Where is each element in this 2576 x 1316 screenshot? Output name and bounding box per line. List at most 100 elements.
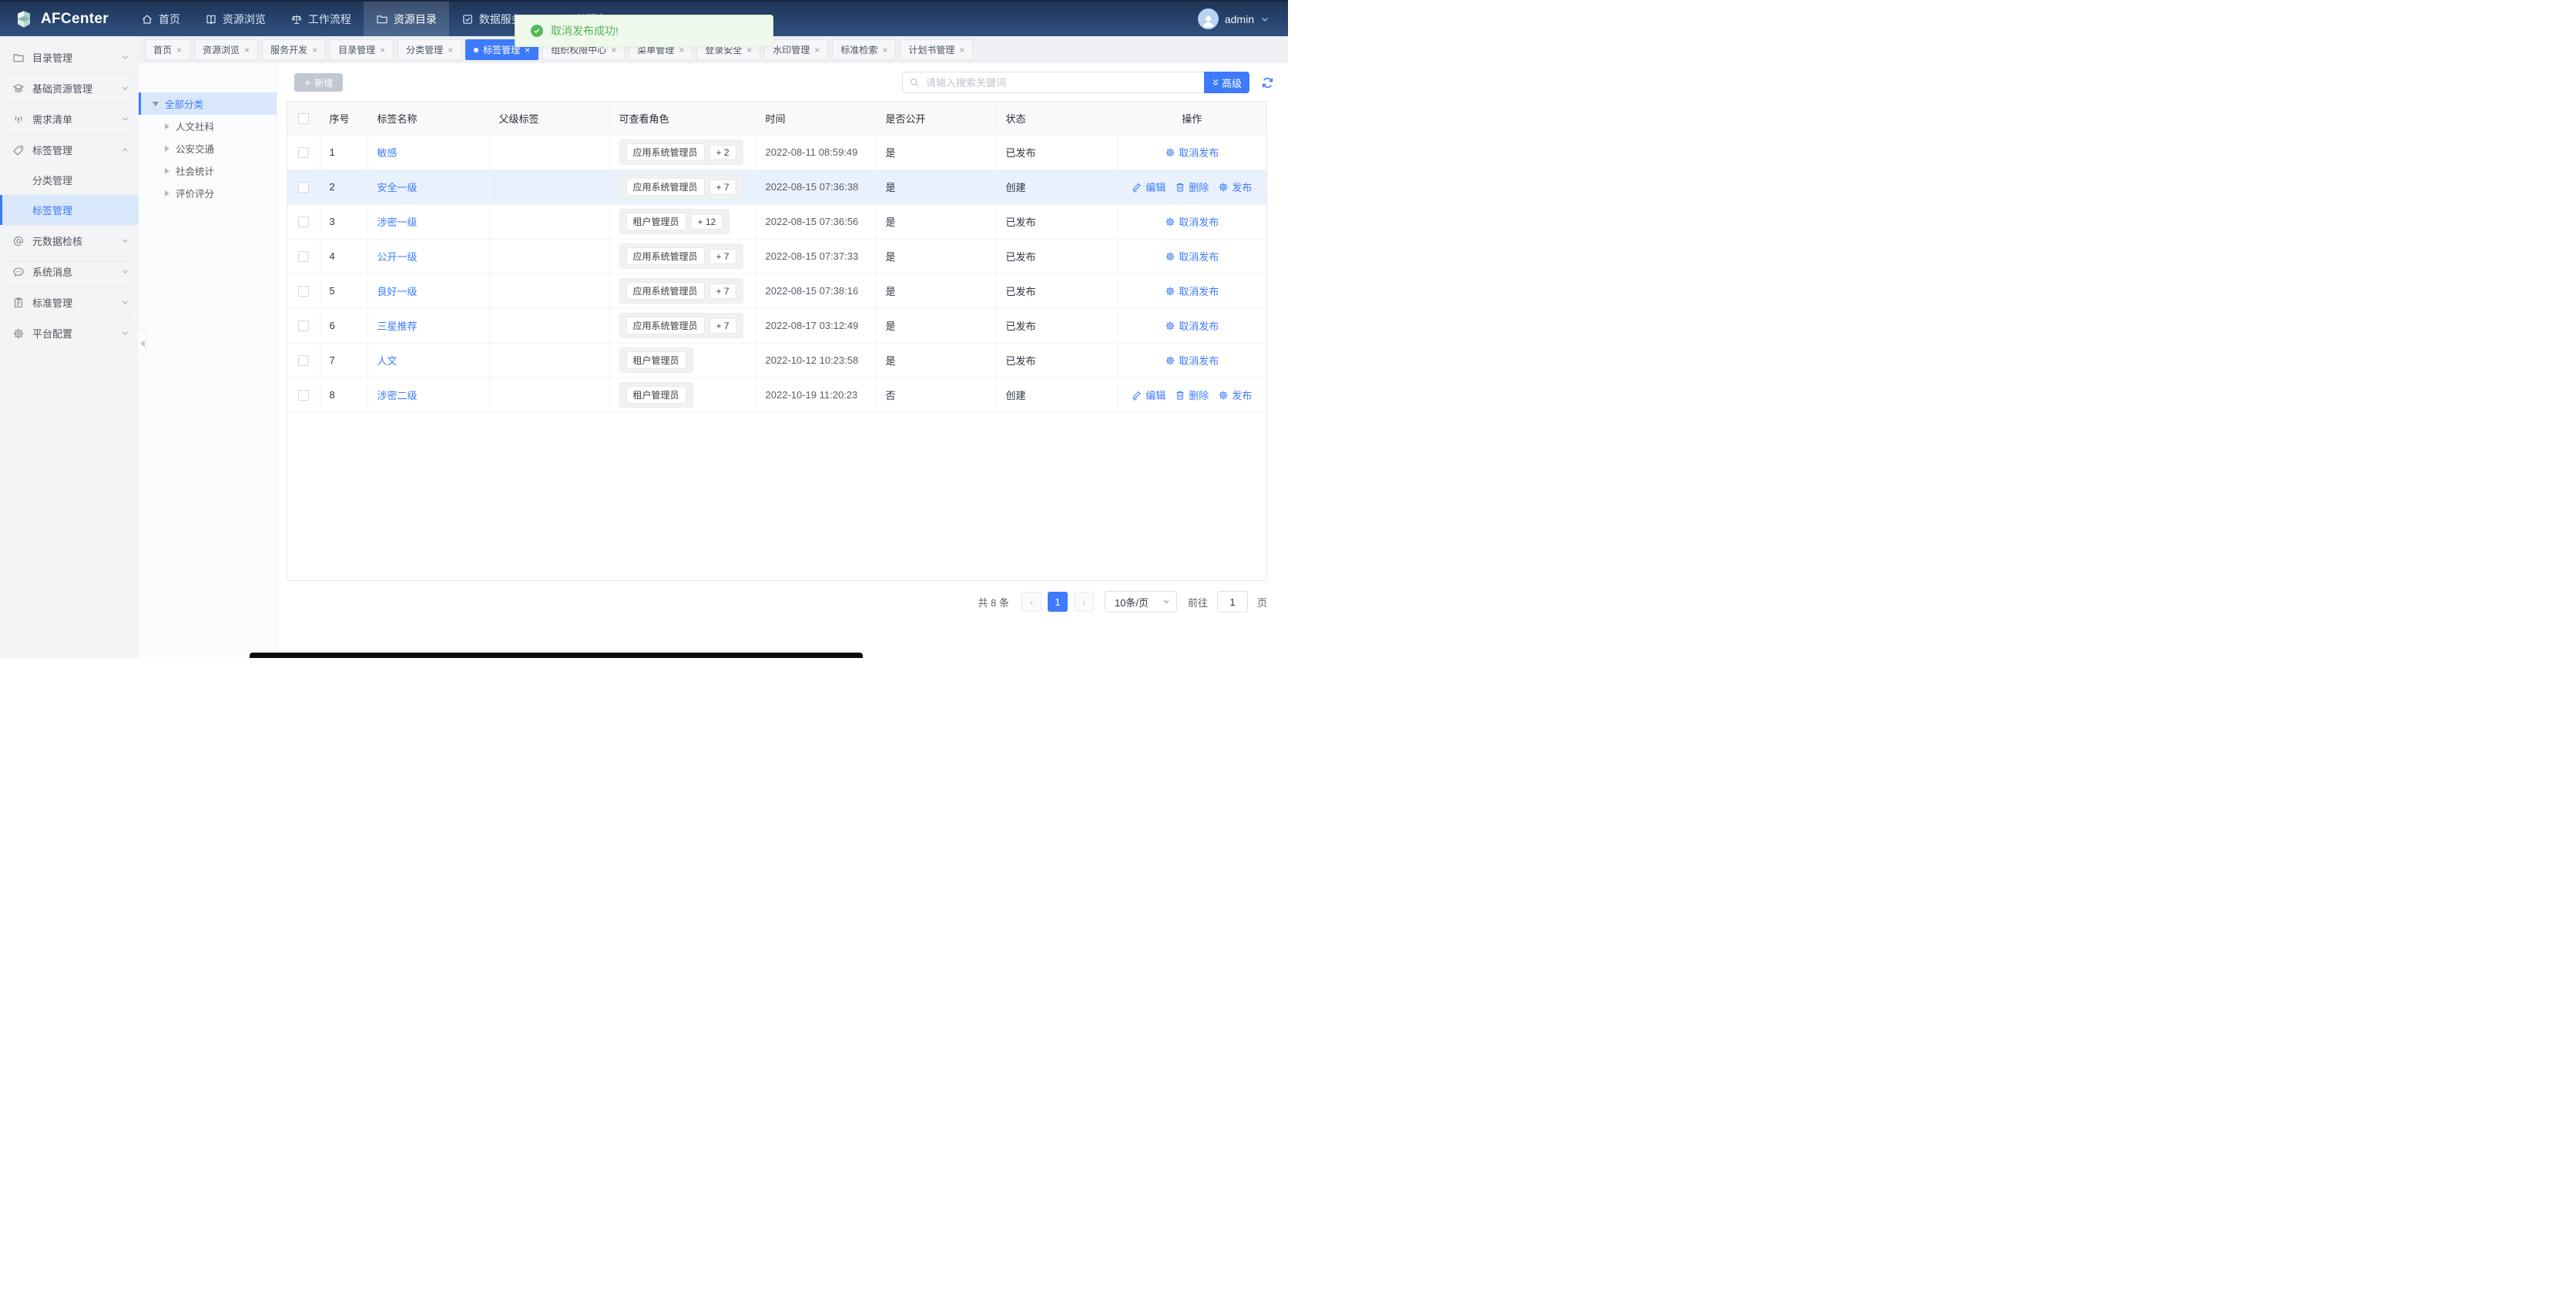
- nav-item-1[interactable]: 首页: [129, 2, 193, 36]
- tag-name-link[interactable]: 三星推荐: [377, 321, 418, 332]
- refresh-icon[interactable]: [1261, 76, 1274, 89]
- chevron-down-icon: [122, 239, 128, 243]
- tab-close-icon[interactable]: ×: [959, 45, 964, 55]
- nav-item-2[interactable]: 资源浏览: [193, 2, 278, 36]
- tab-close-icon[interactable]: ×: [448, 45, 453, 55]
- row-checkbox[interactable]: [297, 182, 309, 193]
- add-button[interactable]: + 新增: [294, 73, 344, 92]
- tab[interactable]: 首页 ×: [145, 39, 191, 60]
- role-more-badge: + 7: [709, 248, 736, 264]
- tab[interactable]: 分类管理 ×: [397, 39, 462, 60]
- nav-item-3[interactable]: 工作流程: [278, 2, 364, 36]
- tab-close-icon[interactable]: ×: [244, 45, 250, 55]
- page-number-1[interactable]: 1: [1047, 592, 1068, 612]
- tag-name-link[interactable]: 良好一级: [377, 286, 418, 297]
- tag-name-cell: 涉密一级: [367, 203, 490, 240]
- tree-node[interactable]: 人文社科: [139, 115, 277, 137]
- action-publish[interactable]: 发布: [1218, 388, 1252, 402]
- public-cell: 是: [875, 307, 997, 344]
- tag-icon: [13, 145, 23, 155]
- index-cell: 3: [319, 203, 368, 240]
- index-cell: 5: [319, 273, 368, 309]
- folder-icon: [377, 15, 387, 23]
- tab-close-icon[interactable]: ×: [882, 45, 887, 55]
- sidebar-subitem-active[interactable]: 标签管理: [0, 195, 139, 225]
- toast-success: 取消发布成功!: [515, 15, 773, 47]
- tab[interactable]: 计划书管理 ×: [900, 39, 974, 60]
- status-cell: 创建: [995, 169, 1118, 205]
- gear-icon: [1219, 182, 1228, 192]
- user-menu[interactable]: admin: [1179, 2, 1288, 36]
- index-cell: 8: [319, 377, 368, 413]
- row-checkbox[interactable]: [297, 355, 309, 367]
- pencil-icon: [1132, 183, 1141, 192]
- tree-node[interactable]: 社会统计: [139, 159, 277, 182]
- home-icon: [143, 14, 152, 24]
- action-unpublish[interactable]: 取消发布: [1165, 318, 1219, 333]
- sidebar-item[interactable]: 目录管理: [0, 42, 139, 72]
- tree-node[interactable]: 公安交通: [139, 137, 277, 159]
- time-cell: 2022-08-11 08:59:49: [755, 134, 877, 170]
- tag-name-link[interactable]: 公开一级: [377, 251, 418, 263]
- row-checkbox[interactable]: [297, 217, 309, 228]
- tag-name-link[interactable]: 敏感: [377, 147, 397, 159]
- sidebar-item[interactable]: 标签管理: [0, 135, 139, 165]
- action-delete[interactable]: 删除: [1175, 388, 1209, 402]
- sidebar-item[interactable]: 系统消息: [0, 257, 139, 287]
- public-cell: 是: [875, 273, 997, 309]
- action-unpublish[interactable]: 取消发布: [1165, 284, 1219, 298]
- sidebar-item[interactable]: 元数据检核: [0, 226, 139, 256]
- tag-name-cell: 人文: [367, 342, 490, 378]
- time-cell: 2022-08-15 07:36:38: [755, 169, 877, 205]
- search-input[interactable]: [901, 72, 1204, 93]
- action-publish[interactable]: 发布: [1218, 180, 1252, 194]
- tab[interactable]: 标准检索 ×: [832, 39, 897, 60]
- select-all-cell: [287, 102, 320, 136]
- triangle-right-icon: [165, 145, 169, 152]
- goto-page-input[interactable]: [1216, 591, 1248, 613]
- tag-name-link[interactable]: 涉密二级: [377, 390, 418, 401]
- app-logo[interactable]: AFCenter: [0, 2, 129, 36]
- action-delete[interactable]: 删除: [1175, 180, 1209, 194]
- tree-node-root[interactable]: 全部分类: [139, 92, 277, 115]
- triangle-left-icon: [140, 340, 145, 347]
- action-unpublish[interactable]: 取消发布: [1165, 145, 1219, 159]
- table-row: 4 公开一级 应用系统管理员 + 7 2022-08-15 07:37:33 是已发布 取消…: [287, 238, 1266, 274]
- sidebar-item[interactable]: 平台配置: [0, 318, 139, 348]
- action-unpublish[interactable]: 取消发布: [1165, 249, 1219, 264]
- tab-close-icon[interactable]: ×: [176, 45, 182, 55]
- sidebar-item[interactable]: 需求清单: [0, 104, 139, 134]
- row-checkbox[interactable]: [297, 321, 309, 332]
- tab-close-icon[interactable]: ×: [312, 45, 317, 55]
- row-checkbox[interactable]: [297, 390, 309, 401]
- prev-page-button[interactable]: ‹: [1021, 592, 1041, 612]
- sidebar-collapse-handle[interactable]: [139, 329, 147, 358]
- sidebar-subitem[interactable]: 分类管理: [0, 165, 139, 195]
- sidebar-item[interactable]: 基础资源管理: [0, 73, 139, 103]
- advanced-search-button[interactable]: 高级: [1203, 72, 1249, 93]
- action-unpublish[interactable]: 取消发布: [1165, 353, 1219, 368]
- tab-close-icon[interactable]: ×: [380, 45, 385, 55]
- tag-name-link[interactable]: 安全一级: [377, 182, 418, 193]
- row-checkbox[interactable]: [297, 147, 309, 159]
- tab[interactable]: 服务开发 ×: [262, 39, 327, 60]
- select-all-checkbox[interactable]: [297, 113, 309, 125]
- page-size-select[interactable]: 10条/页: [1104, 591, 1177, 613]
- row-checkbox[interactable]: [297, 251, 309, 263]
- tab[interactable]: 资源浏览 ×: [194, 39, 259, 60]
- row-checkbox[interactable]: [297, 286, 309, 297]
- tag-name-link[interactable]: 涉密一级: [377, 217, 418, 228]
- action-edit[interactable]: 编辑: [1132, 180, 1166, 194]
- tree-node[interactable]: 评价评分: [139, 182, 277, 204]
- action-unpublish[interactable]: 取消发布: [1165, 214, 1219, 229]
- tab-close-icon[interactable]: ×: [814, 45, 820, 55]
- action-edit[interactable]: 编辑: [1132, 388, 1166, 402]
- nav-item-4[interactable]: 资源目录: [363, 2, 449, 36]
- pagination-total: 共 8 条: [978, 596, 1009, 609]
- next-page-button[interactable]: ›: [1073, 592, 1094, 612]
- tab[interactable]: 目录管理 ×: [330, 39, 394, 60]
- tab[interactable]: 水印管理 ×: [764, 39, 829, 60]
- tag-name-cell: 安全一级: [367, 169, 490, 205]
- sidebar-item[interactable]: 标准管理: [0, 287, 139, 317]
- tag-name-link[interactable]: 人文: [377, 355, 397, 367]
